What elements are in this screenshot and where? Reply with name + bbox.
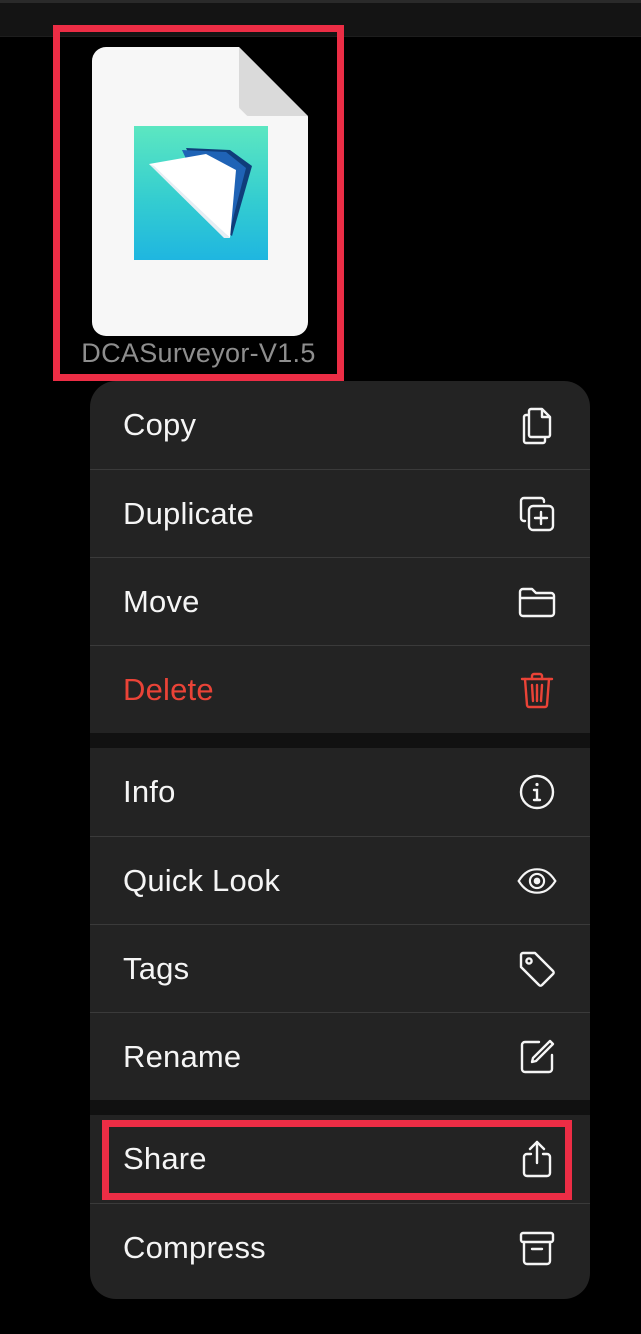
document-fold [239, 47, 308, 116]
menu-item-copy[interactable]: Copy [90, 381, 590, 469]
menu-item-compress[interactable]: Compress [90, 1203, 590, 1291]
tag-icon [517, 949, 557, 989]
menu-item-label: Rename [123, 1038, 242, 1074]
menu-item-label: Quick Look [123, 862, 281, 898]
menu-group-separator [90, 733, 590, 748]
info-icon [517, 772, 557, 812]
menu-item-tags[interactable]: Tags [90, 924, 590, 1012]
menu-item-label: Tags [123, 950, 190, 986]
folder-icon [517, 582, 557, 622]
filemaker-folder-icon[interactable] [134, 126, 268, 260]
context-menu: Copy Duplicate Move Delete Info Quick Lo… [90, 381, 590, 1299]
menu-item-delete[interactable]: Delete [90, 645, 590, 733]
menu-item-label: Share [123, 1141, 207, 1176]
menu-item-label: Delete [123, 671, 214, 707]
trash-icon [517, 670, 557, 710]
menu-item-label: Duplicate [123, 495, 255, 531]
file-preview-highlight: DCASurveyor-V1.5 [53, 25, 344, 381]
share-icon [517, 1139, 557, 1179]
menu-item-share[interactable]: Share [90, 1115, 590, 1203]
menu-item-rename[interactable]: Rename [90, 1012, 590, 1100]
eye-icon [517, 861, 557, 901]
menu-item-duplicate[interactable]: Duplicate [90, 469, 590, 557]
menu-item-label: Info [123, 774, 176, 809]
menu-item-label: Copy [123, 407, 197, 442]
duplicate-icon [517, 494, 557, 534]
menu-item-info[interactable]: Info [90, 748, 590, 836]
menu-item-label: Move [123, 583, 200, 619]
menu-item-quick-look[interactable]: Quick Look [90, 836, 590, 924]
menu-group-separator [90, 1100, 590, 1115]
menu-item-move[interactable]: Move [90, 557, 590, 645]
menu-item-label: Compress [123, 1229, 266, 1265]
top-bar-edge [0, 0, 641, 3]
file-name: DCASurveyor-V1.5 [81, 338, 316, 368]
edit-icon [517, 1037, 557, 1077]
copy-icon [517, 405, 557, 445]
archive-icon [517, 1228, 557, 1268]
